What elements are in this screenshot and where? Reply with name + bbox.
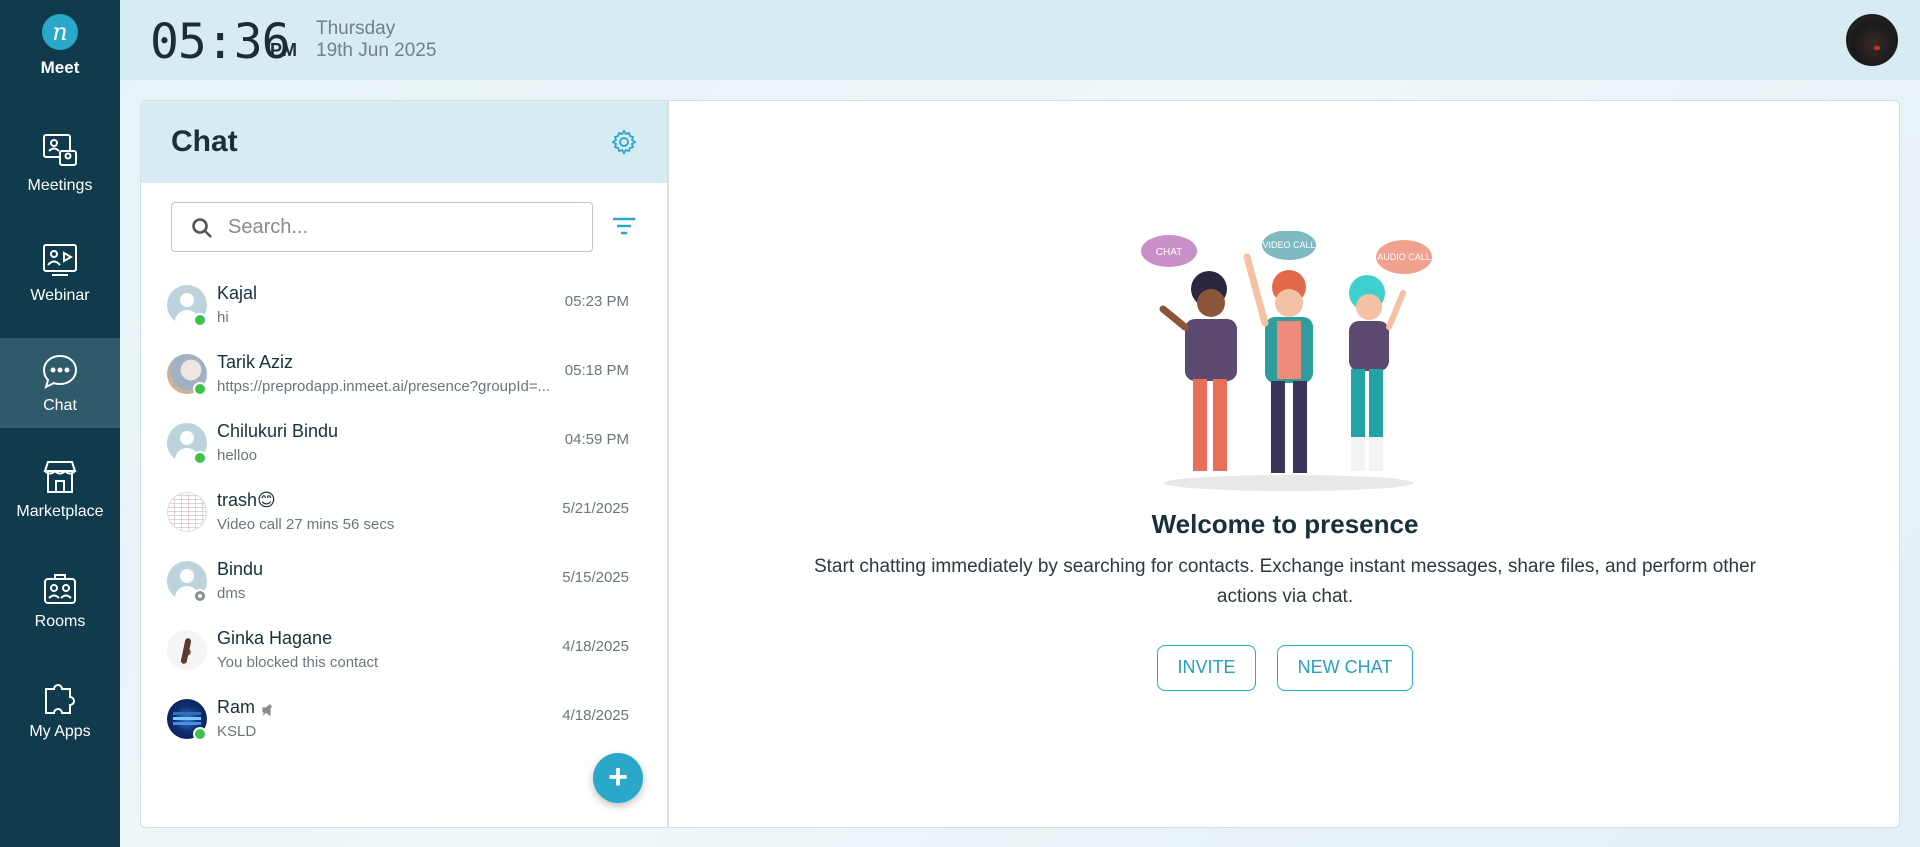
- contact-item-trash[interactable]: trash😊 Video call 27 mins 56 secs 5/21/2…: [141, 478, 667, 547]
- contact-time: 4/18/2025: [562, 707, 629, 724]
- new-chat-button[interactable]: NEW CHAT: [1277, 645, 1413, 691]
- chat-panel: Chat Kajal hi 05:23 PM Ta: [140, 100, 668, 828]
- online-status-dot: [193, 451, 207, 465]
- invite-button[interactable]: INVITE: [1157, 645, 1256, 691]
- contact-last-message: https://preprodapp.inmeet.ai/presence?gr…: [217, 378, 551, 395]
- video-bubble-label: VIDEO CALL: [1262, 240, 1315, 250]
- meetings-icon: [43, 134, 77, 166]
- video-call-bubble-icon: VIDEO CALL: [1262, 231, 1316, 260]
- contact-time: 4/18/2025: [562, 638, 629, 655]
- group-avatar: [167, 492, 207, 532]
- sidebar-item-marketplace[interactable]: Marketplace: [0, 444, 120, 534]
- online-status-dot: [193, 727, 207, 741]
- top-header: 05:36 PM Thursday 19th Jun 2025: [120, 0, 1920, 80]
- filter-button[interactable]: [611, 215, 637, 237]
- contact-time: 5/21/2025: [562, 500, 629, 517]
- contact-item-kajal[interactable]: Kajal hi 05:23 PM: [141, 271, 667, 340]
- contact-time: 05:18 PM: [564, 362, 629, 379]
- rooms-icon: [44, 574, 76, 604]
- sidebar-item-label: Marketplace: [16, 503, 104, 520]
- contact-name: Tarik Aziz: [217, 352, 294, 372]
- clock-time: 05:36: [150, 14, 290, 70]
- puzzle-icon: [45, 684, 75, 714]
- contact-last-message: helloo: [217, 447, 258, 464]
- search-field[interactable]: [171, 202, 593, 252]
- clock-date: 19th Jun 2025: [316, 40, 437, 61]
- audio-call-bubble-icon: AUDIO CALL: [1376, 240, 1432, 274]
- contact-item-chilukuri-bindu[interactable]: Chilukuri Bindu helloo 04:59 PM: [141, 409, 667, 478]
- avatar: [167, 630, 207, 670]
- sidebar-item-chat[interactable]: Chat: [0, 338, 120, 428]
- muted-speaker-icon: [261, 701, 275, 717]
- user-avatar[interactable]: [1846, 14, 1898, 66]
- search-icon: [192, 218, 212, 238]
- app-name: Meet: [40, 58, 80, 77]
- contact-item-tarik-aziz[interactable]: Tarik Aziz https://preprodapp.inmeet.ai/…: [141, 340, 667, 409]
- contact-time: 05:23 PM: [564, 293, 629, 310]
- contact-item-ginka-hagane[interactable]: Ginka Hagane You blocked this contact 4/…: [141, 616, 667, 685]
- contact-name: Chilukuri Bindu: [217, 421, 339, 441]
- chat-icon: [42, 354, 78, 389]
- sidebar-item-label: Chat: [43, 397, 77, 414]
- contact-item-ram[interactable]: Ram KSLD 4/18/2025: [141, 685, 667, 754]
- chat-bubble-icon: CHAT: [1141, 235, 1197, 267]
- sidebar-item-label: Rooms: [34, 613, 86, 630]
- contact-last-message: dms: [217, 585, 246, 602]
- contact-name: Ram: [217, 697, 275, 718]
- contact-time: 5/15/2025: [562, 569, 629, 586]
- contact-name: Kajal: [217, 283, 258, 303]
- welcome-title: Welcome to presence: [1151, 509, 1419, 539]
- chat-title: Chat: [171, 125, 238, 158]
- contact-last-message: You blocked this contact: [217, 654, 379, 671]
- sidebar-item-rooms[interactable]: Rooms: [0, 554, 120, 644]
- gear-icon: [611, 129, 637, 155]
- welcome-description: Start chatting immediately by searching …: [813, 556, 1757, 607]
- online-status-dot: [193, 382, 207, 396]
- clock-ampm: PM: [270, 40, 297, 60]
- webinar-icon: [43, 244, 77, 276]
- marketplace-icon: [43, 461, 77, 493]
- new-chat-fab-button[interactable]: +: [593, 753, 643, 803]
- contact-list: Kajal hi 05:23 PM Tarik Aziz https://pre…: [141, 271, 667, 754]
- contact-last-message: Video call 27 mins 56 secs: [217, 516, 395, 533]
- welcome-panel: CHAT VIDEO CALL AUDIO CALL Welcome to pr…: [668, 100, 1900, 828]
- chat-bubble-label: CHAT: [1156, 247, 1182, 258]
- online-status-dot: [193, 313, 207, 327]
- logo-icon: n: [42, 14, 78, 50]
- contact-last-message: hi: [217, 309, 229, 326]
- filter-icon: [613, 217, 635, 235]
- sidebar: n Meet Meetings Webinar Chat Marketplace…: [0, 0, 120, 847]
- chat-header: Chat: [141, 101, 667, 183]
- search-input[interactable]: [228, 211, 578, 243]
- away-status-dot: [193, 589, 207, 603]
- sidebar-item-label: Meetings: [27, 177, 93, 194]
- app-logo[interactable]: n Meet: [0, 10, 120, 78]
- contact-name: trash😊: [217, 490, 276, 510]
- sidebar-item-my-apps[interactable]: My Apps: [0, 664, 120, 754]
- welcome-illustration: CHAT VIDEO CALL AUDIO CALL: [1141, 231, 1432, 491]
- sidebar-item-meetings[interactable]: Meetings: [0, 118, 120, 208]
- contact-name-text: Ram: [217, 697, 256, 717]
- contact-last-message: KSLD: [217, 723, 257, 740]
- contact-item-bindu[interactable]: Bindu dms 5/15/2025: [141, 547, 667, 616]
- chat-settings-button[interactable]: [611, 129, 637, 155]
- audio-bubble-label: AUDIO CALL: [1377, 252, 1431, 262]
- sidebar-item-webinar[interactable]: Webinar: [0, 228, 120, 318]
- contact-name: Ginka Hagane: [217, 628, 333, 648]
- sidebar-item-label: Webinar: [30, 287, 90, 304]
- clock-day: Thursday: [316, 18, 396, 39]
- sidebar-item-label: My Apps: [29, 723, 91, 740]
- contact-time: 04:59 PM: [564, 431, 629, 448]
- contact-name: Bindu: [217, 559, 264, 579]
